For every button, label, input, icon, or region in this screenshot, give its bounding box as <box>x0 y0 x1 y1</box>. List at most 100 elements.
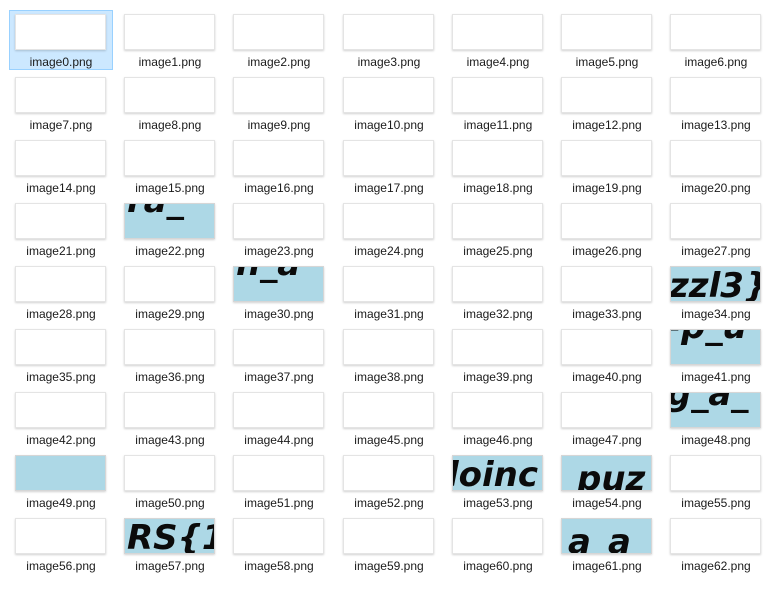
file-item[interactable]: image0.png <box>9 10 113 70</box>
image-file-thumbnail-icon <box>452 329 543 365</box>
file-item[interactable]: image46.png <box>446 388 550 448</box>
file-item[interactable]: image17.png <box>337 136 441 196</box>
file-item[interactable]: image3.png <box>337 10 441 70</box>
image-file-thumbnail-icon <box>233 203 324 239</box>
file-item[interactable]: image16.png <box>227 136 331 196</box>
file-name-label: image61.png <box>572 559 642 573</box>
file-item[interactable]: image6.png <box>664 10 768 70</box>
file-item[interactable]: image55.png <box>664 451 768 511</box>
file-item[interactable]: zzl3} image34.png <box>664 262 768 322</box>
file-item[interactable]: image31.png <box>337 262 441 322</box>
image-file-thumbnail-icon <box>233 518 324 554</box>
file-item[interactable]: image11.png <box>446 73 550 133</box>
image-file-thumbnail-icon <box>343 455 434 491</box>
thumbnail-text-fragment: ra_ <box>127 204 184 218</box>
file-item[interactable]: image13.png <box>664 73 768 133</box>
file-item[interactable]: image23.png <box>227 199 331 259</box>
file-item[interactable]: image51.png <box>227 451 331 511</box>
file-item[interactable]: image26.png <box>555 199 659 259</box>
file-item[interactable]: image7.png <box>9 73 113 133</box>
file-item[interactable]: ra_ image22.png <box>118 199 222 259</box>
file-item[interactable]: image29.png <box>118 262 222 322</box>
file-item[interactable]: image36.png <box>118 325 222 385</box>
image-file-thumbnail-icon: ra_ <box>124 203 215 239</box>
file-item[interactable]: image47.png <box>555 388 659 448</box>
file-name-label: image1.png <box>138 55 202 69</box>
file-item[interactable]: RS{1 image57.png <box>118 514 222 574</box>
image-file-thumbnail-icon: n_a <box>233 266 324 302</box>
file-item[interactable]: image38.png <box>337 325 441 385</box>
file-item[interactable]: image19.png <box>555 136 659 196</box>
file-item[interactable]: image8.png <box>118 73 222 133</box>
file-item[interactable]: image33.png <box>555 262 659 322</box>
file-name-label: image51.png <box>244 496 314 510</box>
file-item[interactable]: image49.png <box>9 451 113 511</box>
thumbnail-text-fragment: n_a <box>236 267 300 281</box>
image-file-thumbnail-icon <box>15 14 106 50</box>
file-item[interactable]: image18.png <box>446 136 550 196</box>
file-item[interactable]: image25.png <box>446 199 550 259</box>
image-file-thumbnail-icon <box>452 266 543 302</box>
file-item[interactable]: image28.png <box>9 262 113 322</box>
thumbnail-text-fragment: a_a <box>568 522 631 554</box>
image-file-thumbnail-icon <box>233 77 324 113</box>
file-item[interactable]: n_a image30.png <box>227 262 331 322</box>
file-item[interactable]: image14.png <box>9 136 113 196</box>
file-item[interactable]: image32.png <box>446 262 550 322</box>
file-item[interactable]: _puz image54.png <box>555 451 659 511</box>
file-item[interactable]: image42.png <box>9 388 113 448</box>
image-file-thumbnail-icon <box>452 518 543 554</box>
file-item[interactable]: image15.png <box>118 136 222 196</box>
file-name-label: image38.png <box>354 370 424 384</box>
file-name-label: image27.png <box>681 244 751 258</box>
file-item[interactable]: image43.png <box>118 388 222 448</box>
file-item[interactable]: image40.png <box>555 325 659 385</box>
file-item[interactable]: image60.png <box>446 514 550 574</box>
file-item[interactable]: image58.png <box>227 514 331 574</box>
image-file-thumbnail-icon <box>561 140 652 176</box>
file-item[interactable]: image44.png <box>227 388 331 448</box>
file-name-label: image60.png <box>463 559 533 573</box>
image-file-thumbnail-icon <box>452 140 543 176</box>
file-item[interactable]: image21.png <box>9 199 113 259</box>
file-name-label: image35.png <box>26 370 96 384</box>
file-item[interactable]: image5.png <box>555 10 659 70</box>
thumbnail-text-fragment: -p_u <box>671 330 747 344</box>
file-item[interactable]: image20.png <box>664 136 768 196</box>
file-name-label: image16.png <box>244 181 314 195</box>
image-file-thumbnail-icon <box>670 140 761 176</box>
file-name-label: image13.png <box>681 118 751 132</box>
file-item[interactable]: image12.png <box>555 73 659 133</box>
file-item[interactable]: image50.png <box>118 451 222 511</box>
file-item[interactable]: image10.png <box>337 73 441 133</box>
file-item[interactable]: image39.png <box>446 325 550 385</box>
file-item[interactable]: loinc image53.png <box>446 451 550 511</box>
file-name-label: image37.png <box>244 370 314 384</box>
file-name-label: image47.png <box>572 433 642 447</box>
file-item[interactable]: g_a_ image48.png <box>664 388 768 448</box>
file-item[interactable]: image9.png <box>227 73 331 133</box>
file-item[interactable]: image24.png <box>337 199 441 259</box>
file-item[interactable]: image27.png <box>664 199 768 259</box>
image-file-thumbnail-icon <box>15 455 106 491</box>
file-item[interactable]: image52.png <box>337 451 441 511</box>
file-name-label: image62.png <box>681 559 751 573</box>
image-file-thumbnail-icon <box>15 392 106 428</box>
file-item[interactable]: image4.png <box>446 10 550 70</box>
file-item[interactable]: image37.png <box>227 325 331 385</box>
file-item[interactable]: image62.png <box>664 514 768 574</box>
file-name-label: image26.png <box>572 244 642 258</box>
file-item[interactable]: -p_u image41.png <box>664 325 768 385</box>
file-name-label: image11.png <box>463 118 533 132</box>
file-item[interactable]: image59.png <box>337 514 441 574</box>
file-name-label: image59.png <box>354 559 424 573</box>
file-item[interactable]: a_a image61.png <box>555 514 659 574</box>
file-name-label: image17.png <box>354 181 424 195</box>
file-item[interactable]: image2.png <box>227 10 331 70</box>
file-item[interactable]: image45.png <box>337 388 441 448</box>
file-item[interactable]: image56.png <box>9 514 113 574</box>
file-item[interactable]: image35.png <box>9 325 113 385</box>
file-item[interactable]: image1.png <box>118 10 222 70</box>
image-file-thumbnail-icon <box>15 329 106 365</box>
image-file-thumbnail-icon <box>233 140 324 176</box>
